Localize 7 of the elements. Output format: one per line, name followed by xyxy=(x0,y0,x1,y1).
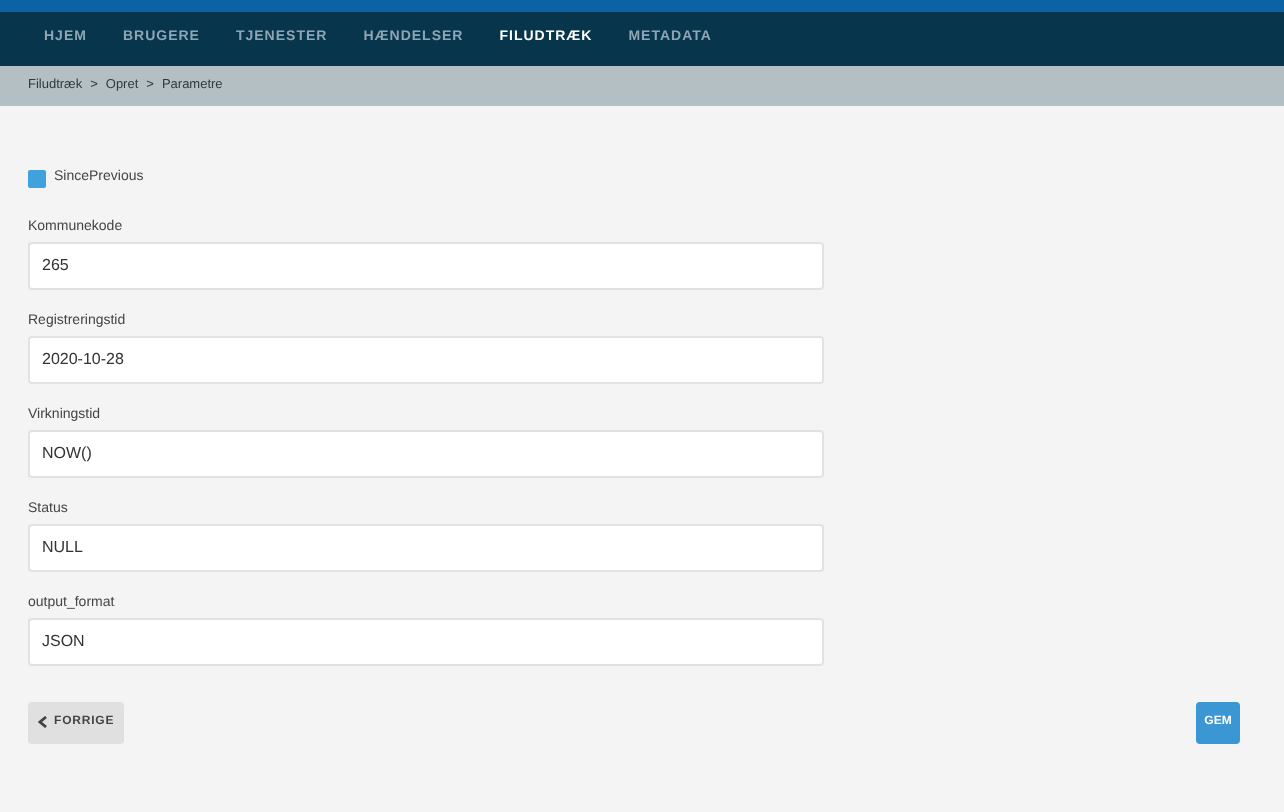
chevron-left-icon xyxy=(38,716,48,728)
input-field[interactable]: NULL xyxy=(28,523,824,571)
input-field[interactable]: JSON xyxy=(28,617,824,665)
input-field[interactable]: NOW() xyxy=(28,429,824,477)
input-field[interactable]: 265 xyxy=(28,241,824,289)
input-field[interactable]: 2020-10-28 xyxy=(28,335,824,383)
checkbox[interactable] xyxy=(28,169,46,188)
